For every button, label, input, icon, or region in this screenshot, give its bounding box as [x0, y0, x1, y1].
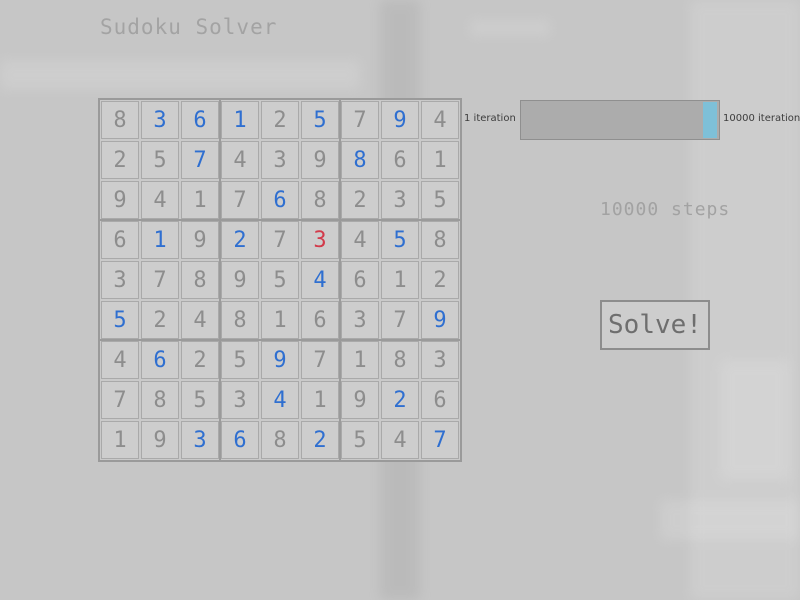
slider-max-label: 10000 iterations: [723, 113, 800, 124]
grid-cell-r4c7[interactable]: 4: [341, 221, 379, 259]
grid-cell-r4c4[interactable]: 2: [221, 221, 259, 259]
steps-counter: 10000 steps: [600, 199, 731, 220]
grid-cell-r9c5[interactable]: 8: [261, 421, 299, 459]
grid-cell-r5c6[interactable]: 4: [301, 261, 339, 299]
block-divider-vertical: [219, 100, 221, 460]
grid-cell-r1c8[interactable]: 9: [381, 101, 419, 139]
grid-cell-r8c4[interactable]: 3: [221, 381, 259, 419]
grid-cell-r1c3[interactable]: 6: [181, 101, 219, 139]
grid-cell-r3c6[interactable]: 8: [301, 181, 339, 219]
grid-cell-r4c9[interactable]: 8: [421, 221, 459, 259]
grid-cell-r7c1[interactable]: 4: [101, 341, 139, 379]
grid-cell-r8c7[interactable]: 9: [341, 381, 379, 419]
block-divider-vertical: [339, 100, 341, 460]
grid-cell-r4c6[interactable]: 3: [301, 221, 339, 259]
grid-cell-r8c2[interactable]: 8: [141, 381, 179, 419]
slider-handle[interactable]: [703, 102, 717, 138]
grid-cell-r9c7[interactable]: 5: [341, 421, 379, 459]
grid-cell-r5c3[interactable]: 8: [181, 261, 219, 299]
grid-cell-r2c9[interactable]: 1: [421, 141, 459, 179]
grid-cell-r5c4[interactable]: 9: [221, 261, 259, 299]
grid-cell-r4c1[interactable]: 6: [101, 221, 139, 259]
grid-cell-r5c9[interactable]: 2: [421, 261, 459, 299]
grid-cell-r2c5[interactable]: 3: [261, 141, 299, 179]
grid-cell-r9c9[interactable]: 7: [421, 421, 459, 459]
grid-cell-r5c8[interactable]: 1: [381, 261, 419, 299]
grid-cell-r1c4[interactable]: 1: [221, 101, 259, 139]
grid-cell-r5c2[interactable]: 7: [141, 261, 179, 299]
block-divider-horizontal: [100, 339, 460, 341]
grid-cell-r8c9[interactable]: 6: [421, 381, 459, 419]
grid-cell-r6c4[interactable]: 8: [221, 301, 259, 339]
grid-cell-r6c6[interactable]: 6: [301, 301, 339, 339]
grid-cell-r6c8[interactable]: 7: [381, 301, 419, 339]
grid-cell-r5c1[interactable]: 3: [101, 261, 139, 299]
grid-cell-r2c1[interactable]: 2: [101, 141, 139, 179]
grid-cell-r9c6[interactable]: 2: [301, 421, 339, 459]
grid-cell-r2c7[interactable]: 8: [341, 141, 379, 179]
grid-cell-r1c9[interactable]: 4: [421, 101, 459, 139]
grid-cell-r8c6[interactable]: 1: [301, 381, 339, 419]
grid-cell-r2c2[interactable]: 5: [141, 141, 179, 179]
grid-cell-r3c5[interactable]: 6: [261, 181, 299, 219]
slider-min-label: 1 iteration: [464, 113, 516, 124]
grid-cell-r1c5[interactable]: 2: [261, 101, 299, 139]
iterations-slider[interactable]: [520, 100, 720, 140]
grid-cell-r9c3[interactable]: 3: [181, 421, 219, 459]
grid-cell-r2c3[interactable]: 7: [181, 141, 219, 179]
grid-cell-r2c4[interactable]: 4: [221, 141, 259, 179]
grid-cell-r3c2[interactable]: 4: [141, 181, 179, 219]
grid-cell-r3c7[interactable]: 2: [341, 181, 379, 219]
grid-cell-r4c3[interactable]: 9: [181, 221, 219, 259]
grid-cell-r1c6[interactable]: 5: [301, 101, 339, 139]
block-divider-horizontal: [100, 219, 460, 221]
grid-cell-r5c5[interactable]: 5: [261, 261, 299, 299]
grid-cell-r9c4[interactable]: 6: [221, 421, 259, 459]
grid-cell-r4c5[interactable]: 7: [261, 221, 299, 259]
grid-cell-r2c6[interactable]: 9: [301, 141, 339, 179]
grid-cell-r7c4[interactable]: 5: [221, 341, 259, 379]
grid-cell-r4c8[interactable]: 5: [381, 221, 419, 259]
grid-cell-r8c8[interactable]: 2: [381, 381, 419, 419]
grid-cell-r7c5[interactable]: 9: [261, 341, 299, 379]
grid-cell-r7c8[interactable]: 8: [381, 341, 419, 379]
grid-cell-r8c3[interactable]: 5: [181, 381, 219, 419]
grid-cell-r2c8[interactable]: 6: [381, 141, 419, 179]
grid-cell-r6c1[interactable]: 5: [101, 301, 139, 339]
app-title: Sudoku Solver: [100, 15, 278, 39]
grid-cell-r6c9[interactable]: 9: [421, 301, 459, 339]
grid-cell-r9c8[interactable]: 4: [381, 421, 419, 459]
solve-button[interactable]: Solve!: [600, 300, 710, 350]
grid-cell-r1c7[interactable]: 7: [341, 101, 379, 139]
grid-cell-r7c9[interactable]: 3: [421, 341, 459, 379]
grid-cell-r7c3[interactable]: 2: [181, 341, 219, 379]
grid-cell-r9c1[interactable]: 1: [101, 421, 139, 459]
grid-cell-r6c7[interactable]: 3: [341, 301, 379, 339]
grid-cell-r3c8[interactable]: 3: [381, 181, 419, 219]
grid-cell-r7c2[interactable]: 6: [141, 341, 179, 379]
grid-cell-r8c5[interactable]: 4: [261, 381, 299, 419]
grid-cell-r3c4[interactable]: 7: [221, 181, 259, 219]
grid-cell-r5c7[interactable]: 6: [341, 261, 379, 299]
grid-cell-r7c7[interactable]: 1: [341, 341, 379, 379]
grid-cell-r9c2[interactable]: 9: [141, 421, 179, 459]
grid-cell-r4c2[interactable]: 1: [141, 221, 179, 259]
sudoku-grid: 8361257942574398619417682356192734583789…: [98, 98, 462, 462]
grid-cell-r6c2[interactable]: 2: [141, 301, 179, 339]
grid-cell-r1c1[interactable]: 8: [101, 101, 139, 139]
grid-cell-r6c5[interactable]: 1: [261, 301, 299, 339]
grid-cell-r6c3[interactable]: 4: [181, 301, 219, 339]
grid-cell-r7c6[interactable]: 7: [301, 341, 339, 379]
grid-cell-r1c2[interactable]: 3: [141, 101, 179, 139]
grid-cell-r3c3[interactable]: 1: [181, 181, 219, 219]
grid-cell-r8c1[interactable]: 7: [101, 381, 139, 419]
grid-cell-r3c1[interactable]: 9: [101, 181, 139, 219]
grid-cell-r3c9[interactable]: 5: [421, 181, 459, 219]
